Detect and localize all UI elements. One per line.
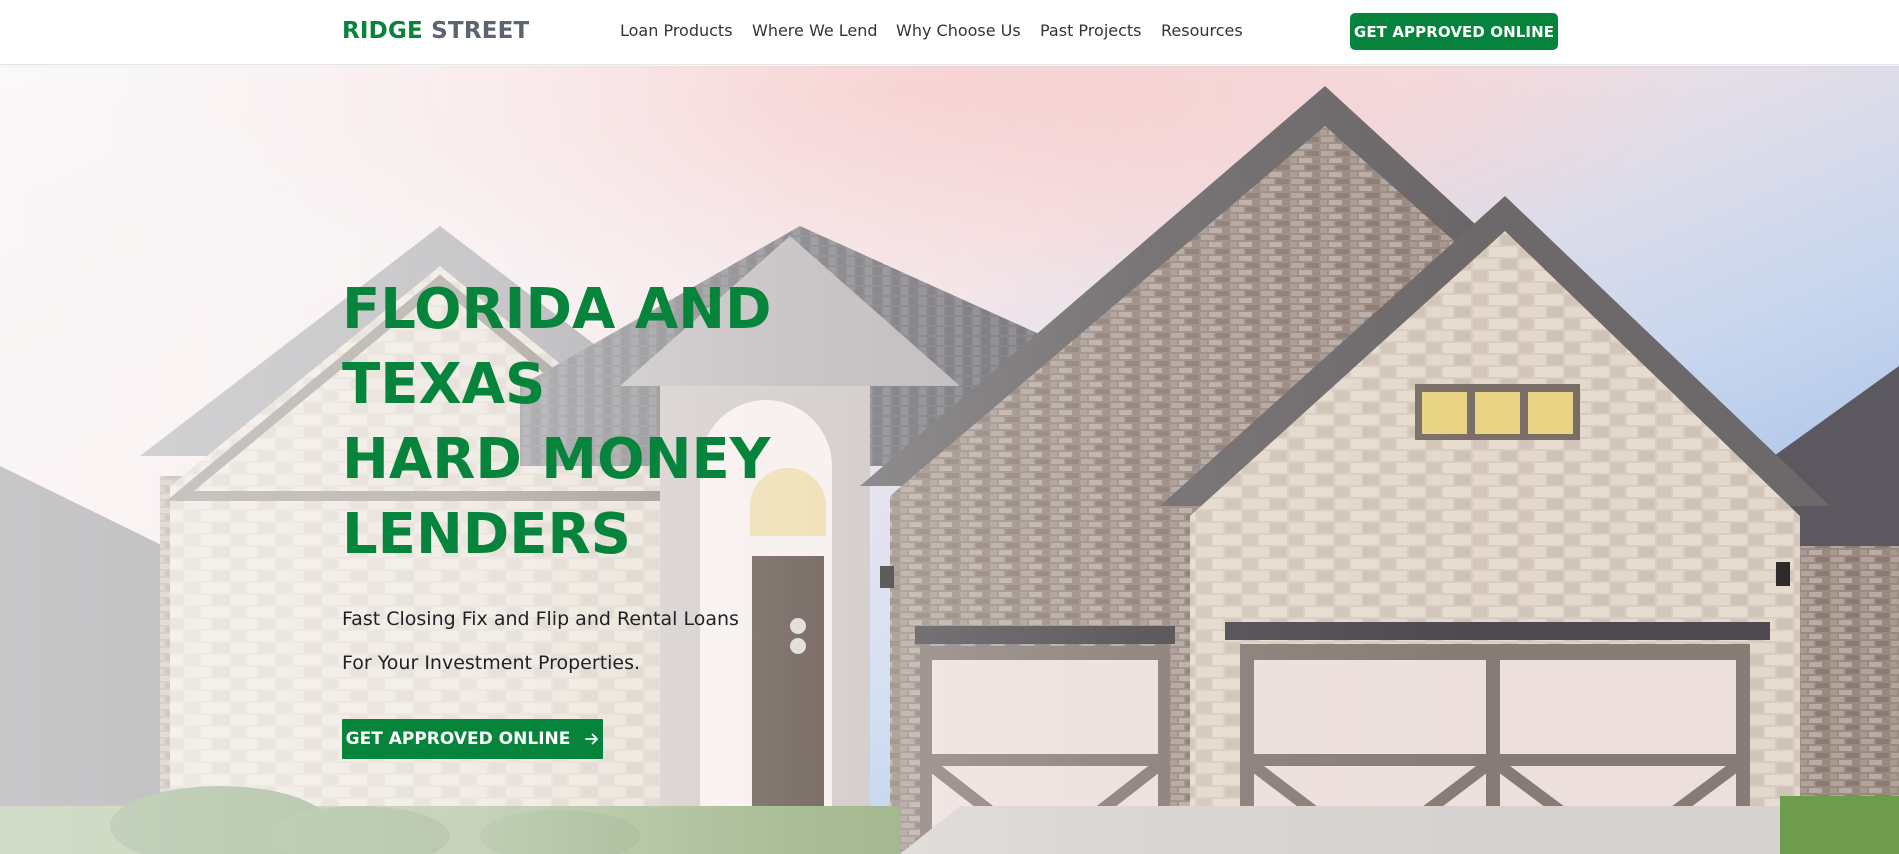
hero-subheading: Fast Closing Fix and Flip and Rental Loa… [342, 597, 739, 685]
nav-link-resources[interactable]: Resources [1161, 21, 1243, 40]
nav-link-loan-products[interactable]: Loan Products [620, 21, 733, 40]
get-approved-online-button[interactable]: GET APPROVED ONLINE [1350, 13, 1558, 50]
subheading-line: For Your Investment Properties. [342, 652, 641, 674]
top-navigation: RIDGE STREET Loan Products Where We Lend… [0, 0, 1899, 65]
brand-name-primary: RIDGE [342, 18, 423, 44]
hero-overlay [0, 66, 1899, 854]
nav-link-past-projects[interactable]: Past Projects [1040, 21, 1142, 40]
hero-section: FLORIDA AND TEXAS HARD MONEY LENDERS Fas… [0, 66, 1899, 854]
hero-headline: FLORIDA AND TEXAS HARD MONEY LENDERS [342, 272, 862, 572]
page: RIDGE STREET Loan Products Where We Lend… [0, 0, 1899, 854]
brand-name-secondary: STREET [431, 18, 530, 44]
headline-line: HARD MONEY [342, 427, 771, 492]
headline-line: LENDERS [342, 502, 631, 567]
nav-link-where-we-lend[interactable]: Where We Lend [752, 21, 878, 40]
headline-line: FLORIDA AND [342, 277, 772, 342]
nav-link-why-choose-us[interactable]: Why Choose Us [896, 21, 1021, 40]
hero-get-approved-button[interactable]: GET APPROVED ONLINE [342, 719, 603, 759]
arrow-right-icon [585, 733, 599, 745]
subheading-line: Fast Closing Fix and Flip and Rental Loa… [342, 608, 739, 630]
hero-cta-label: GET APPROVED ONLINE [345, 729, 571, 749]
brand-logo[interactable]: RIDGE STREET [342, 18, 529, 44]
headline-line: TEXAS [342, 352, 546, 417]
